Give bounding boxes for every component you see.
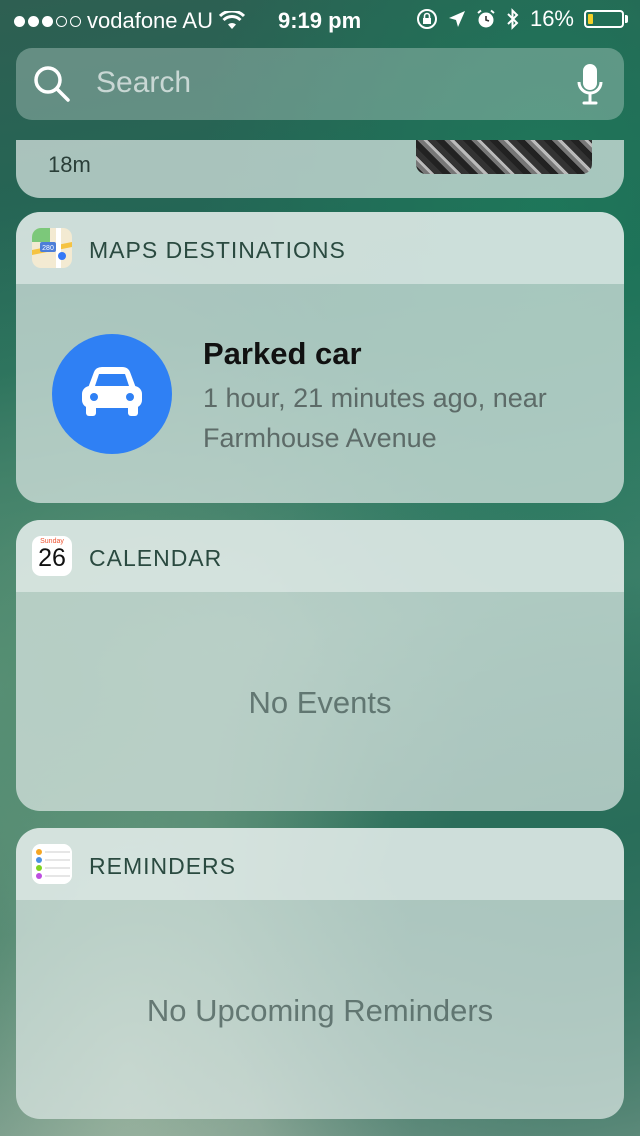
widget-header[interactable]: REMINDERS [16, 828, 624, 900]
search-icon [34, 66, 70, 102]
parked-car-subtitle: 1 hour, 21 minutes ago, near Farmhouse A… [203, 383, 547, 453]
news-widget-partial[interactable]: 18m [16, 140, 624, 198]
location-icon [448, 11, 465, 27]
search-input[interactable]: Search [96, 66, 191, 100]
alarm-icon [477, 9, 495, 28]
widget-title: MAPS DESTINATIONS [89, 237, 346, 263]
reminders-widget: REMINDERS No Upcoming Reminders [16, 828, 624, 1119]
thumbnail-image [416, 140, 592, 174]
bluetooth-icon [507, 8, 519, 30]
empty-message: No Upcoming Reminders [146, 993, 494, 1028]
calendar-icon-date: 26 [38, 544, 66, 572]
calendar-app-icon: Sunday 26 [32, 536, 72, 576]
status-bar: vodafone AU 9:19 pm 16% [0, 0, 640, 40]
carrier-label: vodafone AU [87, 8, 213, 33]
widget-title: REMINDERS [89, 853, 237, 879]
widget-header[interactable]: Sunday 26 CALENDAR [16, 520, 624, 592]
widget-header[interactable]: 280 MAPS DESTINATIONS [16, 212, 624, 284]
status-left: vodafone AU [14, 8, 245, 34]
parked-car-title: Parked car [203, 336, 362, 371]
battery-icon [584, 10, 628, 28]
status-right: 16% [416, 6, 628, 32]
signal-strength-icon [14, 15, 81, 27]
widget-title: CALENDAR [89, 545, 223, 571]
svg-text:280: 280 [42, 245, 54, 252]
battery-percent: 16% [529, 6, 574, 31]
car-icon [52, 334, 172, 454]
maps-app-icon: 280 [32, 228, 72, 268]
orientation-lock-icon [416, 9, 437, 29]
calendar-widget: Sunday 26 CALENDAR No Events [16, 520, 624, 811]
microphone-icon[interactable] [576, 62, 604, 106]
empty-message: No Events [248, 685, 392, 720]
search-bar[interactable]: Search [16, 48, 624, 120]
reminders-app-icon [32, 844, 72, 884]
maps-destinations-widget: 280 MAPS DESTINATIONS Parked car 1 hour,… [16, 212, 624, 503]
timestamp: 18m [48, 152, 91, 177]
wifi-icon [218, 11, 245, 29]
clock: 9:19 pm [278, 8, 362, 33]
